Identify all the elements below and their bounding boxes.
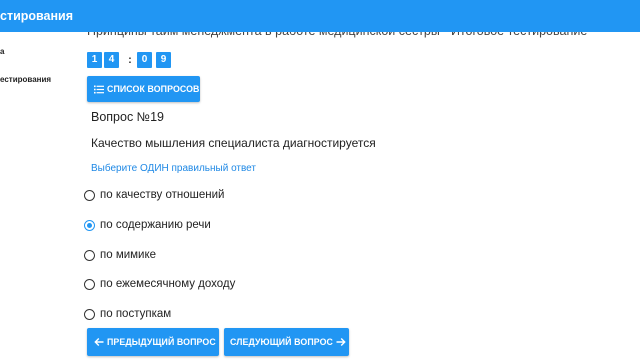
timer-digit: 9 xyxy=(156,52,171,68)
answer-option-label: по качеству отношений xyxy=(100,189,225,201)
previous-question-label: ПРЕДЫДУЩИЙ ВОПРОС xyxy=(107,337,216,347)
question-list-label: СПИСОК ВОПРОСОВ xyxy=(107,84,200,94)
answer-instruction: Выберите ОДИН правильный ответ xyxy=(91,163,256,174)
question-number: Вопрос №19 xyxy=(91,110,164,124)
radio-button[interactable] xyxy=(84,189,95,201)
answer-option[interactable]: по поступкам xyxy=(84,306,171,322)
top-app-bar: стирования xyxy=(0,0,640,32)
radio-button[interactable] xyxy=(84,219,95,231)
radio-button[interactable] xyxy=(84,308,95,320)
answer-option-label: по поступкам xyxy=(100,308,172,320)
app-title: стирования xyxy=(0,9,74,23)
answer-option[interactable]: по мимике xyxy=(84,247,156,263)
timer-separator: : xyxy=(128,54,132,66)
next-question-label: СЛЕДУЮЩИЙ ВОПРОС xyxy=(230,337,333,347)
answer-option[interactable]: по ежемесячному доходу xyxy=(84,276,235,292)
sidebar-item-testing[interactable]: естирования xyxy=(0,75,51,85)
next-question-button[interactable]: СЛЕДУЮЩИЙ ВОПРОС xyxy=(224,328,349,356)
timer-digit: 0 xyxy=(137,52,152,68)
answer-option-label: по мимике xyxy=(100,249,157,261)
arrow-right-icon xyxy=(336,337,346,347)
answer-option[interactable]: по качеству отношений xyxy=(84,187,224,203)
radio-button[interactable] xyxy=(84,249,95,261)
sidebar-item-1[interactable]: а xyxy=(0,47,4,57)
radio-button[interactable] xyxy=(84,278,95,290)
answer-option[interactable]: по содержанию речи xyxy=(84,217,211,233)
sidebar: а естирования xyxy=(0,32,80,360)
timer-digit: 1 xyxy=(87,52,102,68)
answer-option-label: по содержанию речи xyxy=(100,219,211,231)
question-list-button[interactable]: СПИСОК ВОПРОСОВ xyxy=(87,76,200,102)
timer-digit: 4 xyxy=(104,52,119,68)
previous-question-button[interactable]: ПРЕДЫДУЩИЙ ВОПРОС xyxy=(87,328,219,356)
arrow-left-icon xyxy=(94,337,104,347)
answer-option-label: по ежемесячному доходу xyxy=(100,278,236,290)
question-text: Качество мышления специалиста диагностир… xyxy=(91,136,376,150)
list-icon xyxy=(94,85,104,94)
